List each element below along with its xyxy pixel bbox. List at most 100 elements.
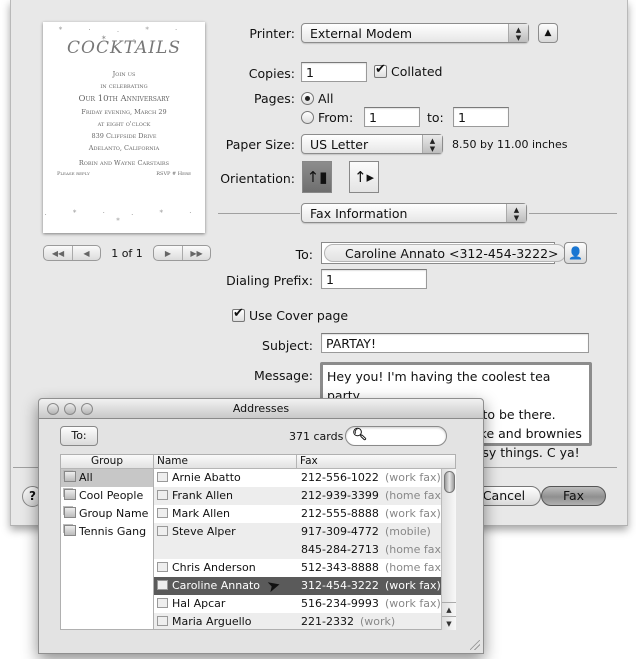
fax-number: 312-454-3222 — [301, 579, 379, 592]
checkbox-checked-icon — [232, 306, 245, 322]
group-label: All — [79, 471, 93, 484]
to-recipients-field[interactable]: Caroline Annato <312-454-3222> — [321, 242, 566, 264]
preview-decoration: . * · . * · * — [44, 209, 204, 225]
group-item[interactable]: Group Name — [61, 505, 153, 523]
group-item[interactable]: All — [61, 469, 153, 487]
previous-page-button[interactable]: ◀ — [72, 246, 100, 260]
vertical-scrollbar[interactable]: ▲ ▼ — [441, 469, 456, 630]
group-item[interactable]: Cool People — [61, 487, 153, 505]
subject-field[interactable]: PARTAY! — [321, 333, 589, 353]
scroll-thumb[interactable] — [444, 471, 455, 493]
checkbox-checked-icon — [374, 62, 387, 78]
table-row[interactable]: Maria Arguello 221-2332 (work) — [154, 613, 455, 629]
contact-card-icon — [157, 598, 168, 608]
use-cover-page-checkbox[interactable]: Use Cover page — [232, 306, 348, 323]
fax-number: 221-2332 — [301, 615, 354, 628]
fax-type: (home fax) — [384, 489, 446, 502]
table-row[interactable]: Caroline Annato 312-454-3222 (work fax) — [154, 577, 455, 595]
orientation-label: Orientation: — [220, 171, 295, 186]
group-list: Group All Cool People Group Name Tennis … — [60, 454, 154, 630]
pages-from-radio[interactable]: From: — [301, 110, 353, 125]
group-icon — [64, 471, 76, 482]
table-row[interactable]: 845-284-2713 (home fax) — [154, 541, 455, 559]
disclosure-button[interactable]: ▲ — [538, 23, 558, 43]
group-item[interactable]: Tennis Gang — [61, 523, 153, 541]
table-row[interactable]: Steve Alper 917-309-4772 (mobile) — [154, 523, 455, 541]
pages-from-field[interactable]: 1 — [364, 107, 420, 127]
addresses-title: Addresses — [232, 402, 290, 415]
search-field[interactable]: 🔍︎ — [345, 426, 447, 446]
search-icon: 🔍︎ — [352, 427, 368, 441]
orientation-portrait-button[interactable]: ↑▮ — [302, 161, 332, 193]
section-popup[interactable]: Fax Information ▲ ▼ — [301, 203, 527, 223]
contact-card-icon — [157, 508, 168, 518]
scroll-down-button[interactable]: ▼ — [442, 616, 456, 630]
last-page-button[interactable]: ▶▶ — [182, 246, 210, 260]
pages-to-field[interactable]: 1 — [453, 107, 509, 127]
printer-popup[interactable]: External Modem ▲ ▼ — [301, 23, 529, 43]
address-book-button[interactable]: 👤 — [564, 242, 587, 264]
group-icon — [64, 507, 76, 518]
popup-arrows-icon: ▲ ▼ — [422, 135, 442, 153]
pager-back-group: ◀◀ ◀ — [43, 245, 101, 261]
contact-card-icon — [157, 526, 168, 536]
copies-label: Copies: — [248, 66, 295, 81]
contact-card-icon — [157, 562, 168, 572]
fax-column-header[interactable]: Fax — [297, 455, 318, 468]
radio-selected-icon — [301, 92, 314, 105]
table-row[interactable]: Frank Allen 212-939-3399 (home fax) — [154, 487, 455, 505]
radio-unselected-icon — [301, 111, 314, 124]
dialing-prefix-label: Dialing Prefix: — [226, 273, 313, 288]
addresses-titlebar[interactable]: Addresses — [39, 399, 483, 419]
dialing-prefix-field[interactable]: 1 — [321, 269, 427, 289]
zoom-window-button[interactable] — [81, 403, 93, 415]
first-page-button[interactable]: ◀◀ — [44, 246, 72, 260]
portrait-orientation-icon: ↑▮ — [306, 168, 328, 186]
fax-number: 845-284-2713 — [301, 543, 379, 556]
copies-field[interactable]: 1 — [301, 62, 367, 82]
contact-name-text: Hal Apcar — [172, 597, 226, 610]
table-row[interactable]: Arnie Abatto 212-556-1022 (work fax) — [154, 469, 455, 487]
scroll-up-button[interactable]: ▲ — [442, 602, 456, 616]
recipient-token[interactable]: Caroline Annato <312-454-3222> — [324, 244, 566, 262]
paper-size-popup[interactable]: US Letter ▲ ▼ — [301, 134, 443, 154]
pages-all-label: All — [317, 91, 334, 106]
resize-grip-icon[interactable] — [470, 640, 480, 650]
collated-checkbox[interactable]: Collated — [374, 62, 443, 79]
contact-name: Mark Allen — [154, 505, 297, 523]
contact-name-text: Mark Allen — [172, 507, 230, 520]
group-label: Cool People — [79, 489, 144, 502]
table-row[interactable]: Mark Allen 212-555-8888 (work fax) — [154, 505, 455, 523]
contact-name-text: Steve Alper — [172, 525, 236, 538]
minimize-window-button[interactable] — [64, 403, 76, 415]
landscape-orientation-icon: ↑▸ — [353, 168, 375, 186]
contact-card-icon — [157, 472, 168, 482]
printer-label: Printer: — [249, 26, 295, 41]
subject-label: Subject: — [262, 338, 313, 353]
divider — [218, 213, 300, 214]
pages-all-radio[interactable]: All — [301, 91, 333, 106]
add-to-button[interactable]: To: — [60, 426, 98, 446]
page-count: 1 of 1 — [111, 246, 143, 260]
orientation-landscape-button[interactable]: ↑▸ — [349, 161, 379, 193]
preview-pager: ◀◀ ◀ 1 of 1 ▶ ▶▶ — [43, 245, 211, 261]
pages-label: Pages: — [254, 91, 295, 106]
fax-number: 917-309-4772 — [301, 525, 379, 538]
table-row[interactable]: Chris Anderson 512-343-8888 (home fax) — [154, 559, 455, 577]
fax-type: (work) — [359, 615, 396, 628]
contact-name: Maria Arguello — [154, 613, 297, 629]
preview-line: Robin and Wayne Carstairs — [78, 159, 170, 167]
paper-size-value: US Letter — [310, 137, 369, 152]
preview-line: 839 Cliffside Drive — [91, 132, 157, 140]
next-page-button[interactable]: ▶ — [154, 246, 182, 260]
fax-button[interactable]: Fax — [541, 486, 606, 506]
paper-size-dimensions: 8.50 by 11.00 inches — [452, 138, 568, 151]
group-column-header[interactable]: Group — [61, 455, 153, 469]
name-column-header[interactable]: Name — [154, 455, 297, 468]
contact-name: Arnie Abatto — [154, 469, 297, 487]
table-row[interactable]: Hal Apcar 516-234-9993 (work fax) — [154, 595, 455, 613]
contact-name-text: Chris Anderson — [172, 561, 256, 574]
printer-value: External Modem — [310, 26, 413, 41]
fax-number: 512-343-8888 — [301, 561, 379, 574]
close-window-button[interactable] — [47, 403, 59, 415]
